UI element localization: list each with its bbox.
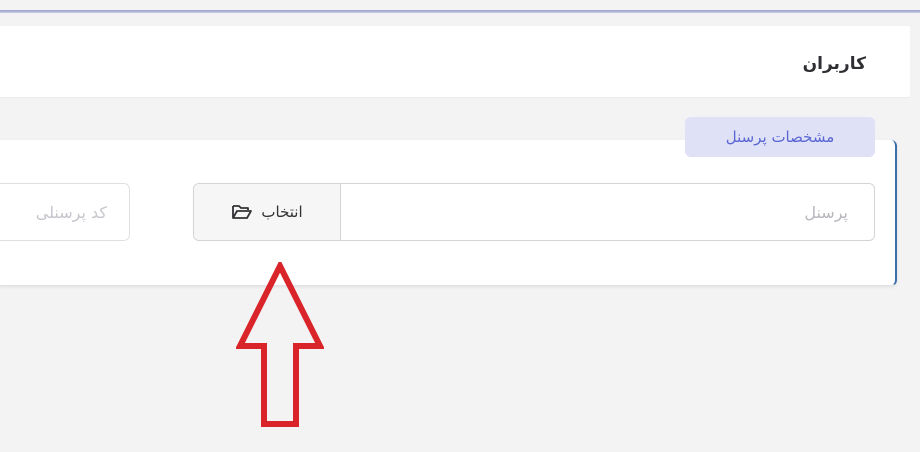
folder-open-icon	[231, 203, 253, 221]
page-title: کاربران	[802, 54, 866, 74]
select-button-label: انتخاب	[261, 203, 303, 221]
top-bar	[0, 0, 920, 16]
personnel-section-legend: مشخصات پرسنل	[685, 117, 875, 157]
select-personnel-button[interactable]: انتخاب	[194, 184, 341, 240]
personnel-input[interactable]	[342, 184, 874, 240]
personnel-code-field[interactable]: کد پرسنلی	[0, 183, 130, 241]
up-arrow-icon	[235, 259, 325, 432]
top-bar-line	[0, 10, 920, 13]
page-header-card: کاربران	[0, 26, 910, 98]
personnel-input-group: انتخاب	[193, 183, 875, 241]
personnel-code-label: کد پرسنلی	[35, 202, 107, 222]
